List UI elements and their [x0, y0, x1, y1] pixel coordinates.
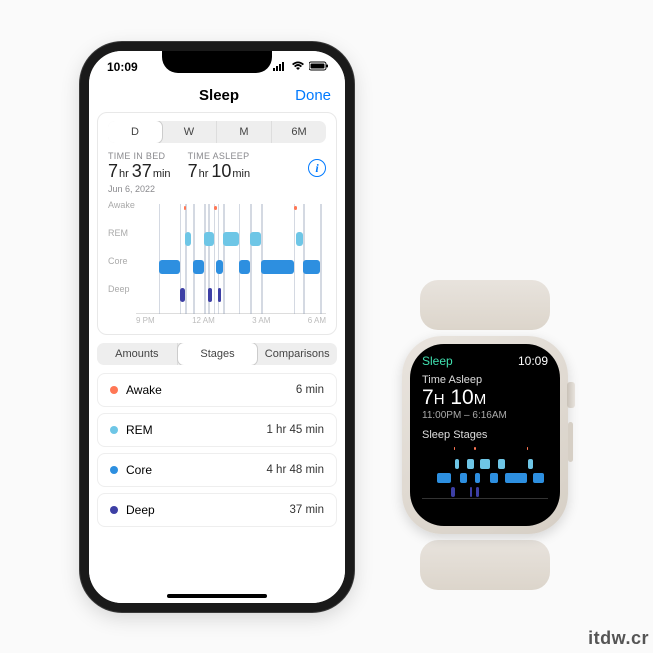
stage-legend-list: Awake 6 min REM 1 hr 45 min Core 4 hr 48…: [97, 373, 337, 527]
watch-section-title: Sleep Stages: [422, 429, 548, 441]
iphone-device: 10:09 Sleep Done D W M: [80, 42, 354, 612]
time-asleep-label: TIME ASLEEP: [188, 151, 254, 161]
battery-icon: [309, 60, 329, 74]
status-indicators: [273, 60, 329, 74]
nav-bar: Sleep Done: [89, 83, 345, 112]
legend-item-core[interactable]: Core 4 hr 48 min: [97, 453, 337, 487]
view-tab-comparisons[interactable]: Comparisons: [257, 343, 337, 365]
digital-crown[interactable]: [567, 382, 575, 408]
watch-status-bar: Sleep 10:09: [422, 354, 548, 368]
watch-band-bottom: [420, 540, 550, 590]
sleep-card: D W M 6M TIME IN BED 7hr37min Jun 6, 202…: [97, 112, 337, 335]
legend-name: Awake: [126, 383, 162, 397]
watch-time-range: 11:00PM – 6:16AM: [422, 410, 548, 421]
range-tab-day[interactable]: D: [108, 121, 163, 143]
nav-title: Sleep: [143, 87, 295, 104]
legend-name: Core: [126, 463, 152, 477]
legend-value: 6 min: [296, 384, 324, 396]
chart-bars: [136, 198, 326, 314]
legend-item-awake[interactable]: Awake 6 min: [97, 373, 337, 407]
legend-item-deep[interactable]: Deep 37 min: [97, 493, 337, 527]
watch-sleep-chart: [422, 445, 548, 499]
legend-item-rem[interactable]: REM 1 hr 45 min: [97, 413, 337, 447]
legend-dot-rem: [110, 426, 118, 434]
time-in-bed-value: 7hr37min: [108, 161, 174, 182]
watch-time: 10:09: [518, 354, 548, 368]
notch: [162, 51, 272, 73]
stage-label-deep: Deep: [108, 284, 130, 294]
watch-app-title: Sleep: [422, 354, 453, 368]
apple-watch-device: Sleep 10:09 Time Asleep 7H 10M 11:00PM –…: [392, 310, 578, 560]
watch-band-top: [420, 280, 550, 330]
view-segmented-control[interactable]: Amounts Stages Comparisons: [97, 343, 337, 365]
watch-chart-axis: [422, 498, 548, 499]
watch-case: Sleep 10:09 Time Asleep 7H 10M 11:00PM –…: [402, 336, 568, 534]
view-tab-amounts[interactable]: Amounts: [97, 343, 178, 365]
watermark: itdw.cr: [588, 628, 649, 649]
watch-time-asleep-label: Time Asleep: [422, 374, 548, 386]
time-range-segmented-control[interactable]: D W M 6M: [108, 121, 326, 143]
range-tab-month[interactable]: M: [217, 121, 272, 143]
info-icon[interactable]: i: [308, 159, 326, 177]
status-time: 10:09: [107, 60, 138, 74]
time-in-bed-label: TIME IN BED: [108, 151, 174, 161]
legend-value: 1 hr 45 min: [266, 424, 324, 436]
watch-screen[interactable]: Sleep 10:09 Time Asleep 7H 10M 11:00PM –…: [410, 344, 560, 526]
iphone-screen: 10:09 Sleep Done D W M: [89, 51, 345, 603]
cellular-signal-icon: [273, 60, 287, 74]
sleep-stages-chart[interactable]: Awake REM Core Deep 9 PM 12 AM 3 AM 6 AM: [108, 198, 326, 328]
view-tab-stages[interactable]: Stages: [177, 343, 259, 365]
legend-dot-awake: [110, 386, 118, 394]
metric-date: Jun 6, 2022: [108, 184, 174, 194]
time-asleep-value: 7hr10min: [188, 161, 254, 182]
wifi-icon: [291, 60, 305, 74]
legend-dot-deep: [110, 506, 118, 514]
range-tab-6month[interactable]: 6M: [272, 121, 326, 143]
time-asleep-metric: TIME ASLEEP 7hr10min: [188, 151, 254, 182]
stage-label-core: Core: [108, 256, 128, 266]
legend-name: REM: [126, 423, 153, 437]
legend-value: 37 min: [289, 504, 324, 516]
watch-time-asleep-value: 7H 10M: [422, 386, 548, 410]
sleep-metrics: TIME IN BED 7hr37min Jun 6, 2022 TIME AS…: [108, 151, 326, 194]
legend-name: Deep: [126, 503, 155, 517]
time-in-bed-metric: TIME IN BED 7hr37min Jun 6, 2022: [108, 151, 174, 194]
stage-label-rem: REM: [108, 228, 128, 238]
home-indicator[interactable]: [167, 594, 267, 598]
done-button[interactable]: Done: [295, 87, 331, 104]
stage-label-awake: Awake: [108, 200, 135, 210]
range-tab-week[interactable]: W: [162, 121, 217, 143]
legend-dot-core: [110, 466, 118, 474]
watch-side-button[interactable]: [568, 422, 573, 462]
chart-x-axis-labels: 9 PM 12 AM 3 AM 6 AM: [108, 316, 326, 328]
legend-value: 4 hr 48 min: [266, 464, 324, 476]
